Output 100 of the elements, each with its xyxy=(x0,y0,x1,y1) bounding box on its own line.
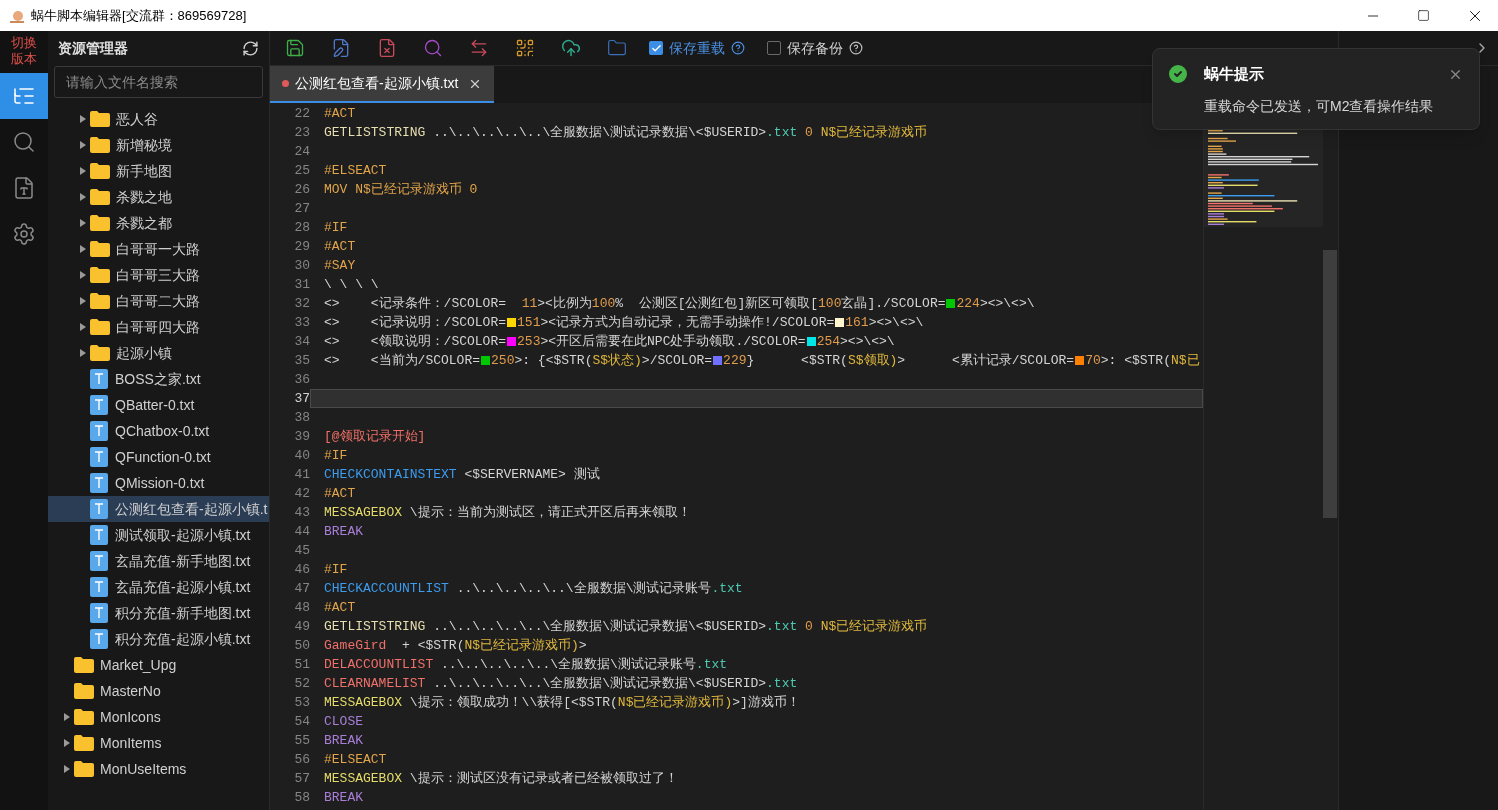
tree-item[interactable]: 起源小镇 xyxy=(48,340,269,366)
tree-item[interactable]: 测试领取-起源小镇.txt xyxy=(48,522,269,548)
expand-caret-icon[interactable] xyxy=(80,193,86,201)
tree-item[interactable]: Market_Upg xyxy=(48,652,269,678)
code-text: S$领取) xyxy=(847,351,898,370)
code-text: 100 xyxy=(818,294,842,313)
search-icon[interactable] xyxy=(12,130,36,154)
code-line: \ \ \ \ xyxy=(323,275,380,294)
file-search-field[interactable]: 请输入文件名搜索 xyxy=(54,66,263,98)
line-number: 30 xyxy=(293,257,310,275)
refresh-icon[interactable] xyxy=(242,40,259,57)
code-text: 151 xyxy=(517,313,541,332)
document-icon[interactable] xyxy=(12,176,36,200)
expand-caret-icon[interactable] xyxy=(80,167,86,175)
line-number: 25 xyxy=(293,162,310,180)
explorer-title: 资源管理器 xyxy=(58,39,128,58)
code-text: S$状态) xyxy=(592,351,642,370)
tree-item[interactable]: 白哥哥四大路 xyxy=(48,314,269,340)
tree-item[interactable]: 玄晶充值-起源小镇.txt xyxy=(48,574,269,600)
code-text: ><开区后需要在此NPC处手动领取./SCOLOR= xyxy=(540,332,806,351)
line-number: 45 xyxy=(293,542,310,560)
line-number: 54 xyxy=(293,713,310,731)
activity-tab[interactable] xyxy=(0,73,48,119)
search-icon[interactable] xyxy=(423,38,443,58)
tree-item[interactable]: 新增秘境 xyxy=(48,132,269,158)
tree-item[interactable]: BOSS之家.txt xyxy=(48,366,269,392)
tree-item[interactable]: MasterNo xyxy=(48,678,269,704)
file-remove-icon[interactable] xyxy=(377,38,397,58)
tree-item[interactable]: QFunction-0.txt xyxy=(48,444,269,470)
swap-icon[interactable] xyxy=(469,38,489,58)
code-line: #ACT xyxy=(323,484,357,503)
folder-icon xyxy=(74,709,94,725)
tree-item[interactable]: 积分充值-新手地图.txt xyxy=(48,600,269,626)
code-line: CHECKACCOUNTLIST ..\..\..\..\..\全服数据\测试记录账号.txt xyxy=(323,579,744,598)
checkbox-label[interactable]: 保存重载 xyxy=(669,37,725,59)
tree-item[interactable]: 白哥哥一大路 xyxy=(48,236,269,262)
expand-caret-icon[interactable] xyxy=(80,271,86,279)
expand-caret-icon[interactable] xyxy=(80,141,86,149)
expand-caret-icon[interactable] xyxy=(80,115,86,123)
tree-item[interactable]: 白哥哥二大路 xyxy=(48,288,269,314)
expand-caret-icon[interactable] xyxy=(64,739,70,747)
tree-item[interactable]: MonIcons xyxy=(48,704,269,730)
tree-item[interactable]: QChatbox-0.txt xyxy=(48,418,269,444)
code-line: [@领取记录开始] xyxy=(323,427,427,446)
folder-icon xyxy=(90,345,110,361)
expand-caret-icon[interactable] xyxy=(64,713,70,721)
text-file-icon xyxy=(90,421,108,441)
save-icon[interactable] xyxy=(285,38,305,58)
code-text: >: {<$STR( xyxy=(514,351,593,370)
code-line: #IF xyxy=(323,446,349,465)
line-number: 27 xyxy=(293,200,310,218)
folder-icon xyxy=(74,761,94,777)
checkbox[interactable] xyxy=(767,41,781,55)
help-icon[interactable] xyxy=(731,41,745,55)
folder-icon xyxy=(90,215,110,231)
expand-caret-icon[interactable] xyxy=(80,219,86,227)
tree-item[interactable]: QMission-0.txt xyxy=(48,470,269,496)
code-text: >: <$STR( xyxy=(1100,351,1171,370)
folder-icon xyxy=(90,319,110,335)
line-number: 55 xyxy=(293,732,310,750)
folder-open-icon[interactable] xyxy=(607,38,627,58)
tree-item[interactable]: 恶人谷 xyxy=(48,106,269,132)
checkbox[interactable] xyxy=(649,41,663,55)
tree-item[interactable]: 杀戮之都 xyxy=(48,210,269,236)
maximize-icon[interactable] xyxy=(1417,9,1430,22)
editor-tab[interactable]: 公测红包查看-起源小镇.txt xyxy=(270,66,495,103)
tree-item[interactable]: MonUseItems xyxy=(48,756,269,782)
line-number: 52 xyxy=(293,675,310,693)
tab-label[interactable]: 公测红包查看-起源小镇.txt xyxy=(295,73,459,94)
expand-caret-icon[interactable] xyxy=(80,245,86,253)
tree-item[interactable]: 积分充值-起源小镇.txt xyxy=(48,626,269,652)
line-number: 40 xyxy=(293,447,310,465)
text-file-icon xyxy=(90,603,108,623)
tree-item[interactable]: 新手地图 xyxy=(48,158,269,184)
cloud-upload-icon[interactable] xyxy=(561,38,581,58)
folder-icon xyxy=(90,189,110,205)
edit-file-icon[interactable] xyxy=(331,38,351,58)
expand-caret-icon[interactable] xyxy=(80,349,86,357)
checkbox-label[interactable]: 保存备份 xyxy=(787,37,843,59)
tree-item[interactable]: 杀戮之地 xyxy=(48,184,269,210)
tree-item[interactable]: 白哥哥三大路 xyxy=(48,262,269,288)
switch-version-link[interactable]: 切换版本 xyxy=(10,35,38,67)
code-text: 玄晶]./SCOLOR= xyxy=(841,294,946,313)
line-number: 32 xyxy=(293,295,310,313)
tree-item[interactable]: 公测红包查看-起源小镇.t xyxy=(48,496,269,522)
tree-item[interactable]: QBatter-0.txt xyxy=(48,392,269,418)
tree-item[interactable]: 玄晶充值-新手地图.txt xyxy=(48,548,269,574)
tree-item[interactable]: MonItems xyxy=(48,730,269,756)
qr-code-icon[interactable] xyxy=(515,38,535,58)
text-file-icon xyxy=(90,473,108,493)
expand-caret-icon[interactable] xyxy=(80,297,86,305)
line-number: 43 xyxy=(293,504,310,522)
settings-icon[interactable] xyxy=(12,222,36,246)
code-text: <> <当前为/SCOLOR= xyxy=(324,351,481,370)
scrollbar-thumb[interactable] xyxy=(1323,250,1337,518)
help-icon[interactable] xyxy=(849,41,863,55)
code-text: 161 xyxy=(845,313,869,332)
expand-caret-icon[interactable] xyxy=(80,323,86,331)
expand-caret-icon[interactable] xyxy=(64,765,70,773)
text-file-icon xyxy=(90,499,108,519)
